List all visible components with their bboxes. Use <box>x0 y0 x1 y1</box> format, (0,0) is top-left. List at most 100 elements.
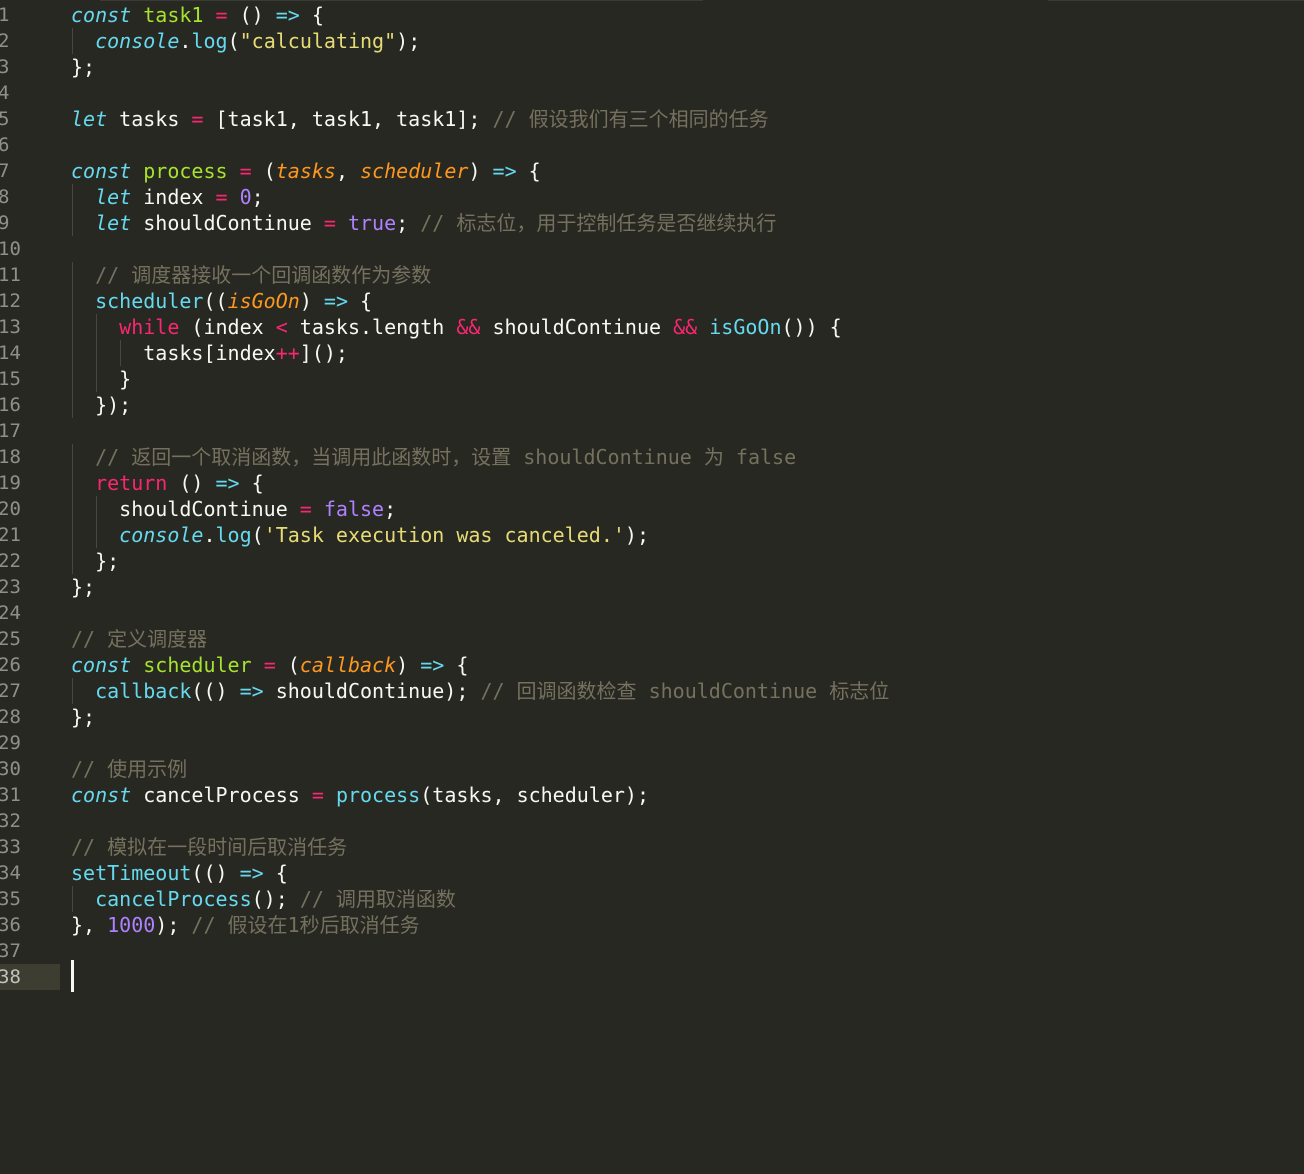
code-line[interactable]: }; <box>71 574 1304 600</box>
code-line[interactable]: }; <box>71 54 1304 80</box>
line-number[interactable]: 31 <box>0 782 60 808</box>
code-line[interactable] <box>71 132 1304 158</box>
line-number[interactable]: 11 <box>0 262 60 288</box>
line-number[interactable]: 29 <box>0 730 60 756</box>
code-token: (() <box>191 861 240 885</box>
code-token: () <box>227 3 276 27</box>
code-line[interactable] <box>71 960 1304 992</box>
code-line[interactable]: // 定义调度器 <box>71 626 1304 652</box>
line-number[interactable]: 20 <box>0 496 60 522</box>
line-number[interactable]: 30 <box>0 756 60 782</box>
code-token: let <box>95 185 132 209</box>
line-number[interactable]: 38 <box>0 964 60 990</box>
code-line[interactable] <box>71 236 1304 262</box>
code-line[interactable]: const scheduler = (callback) => { <box>71 652 1304 678</box>
line-number[interactable]: 9 <box>0 210 60 236</box>
code-token: process <box>335 783 421 807</box>
line-number[interactable]: 22 <box>0 548 60 574</box>
line-number[interactable]: 21 <box>0 522 60 548</box>
line-number[interactable]: 24 <box>0 600 60 626</box>
line-number[interactable]: 18 <box>0 444 60 470</box>
code-line[interactable]: } <box>71 366 1304 392</box>
code-line[interactable]: scheduler((isGoOn) => { <box>71 288 1304 314</box>
line-number[interactable]: 23 <box>0 574 60 600</box>
code-line[interactable]: console.log('Task execution was canceled… <box>71 522 1304 548</box>
line-number[interactable]: 14 <box>0 340 60 366</box>
code-line[interactable]: shouldContinue = false; <box>71 496 1304 522</box>
line-number[interactable]: 16 <box>0 392 60 418</box>
code-line[interactable] <box>71 938 1304 964</box>
code-line[interactable] <box>71 730 1304 756</box>
code-line[interactable]: return () => { <box>71 470 1304 496</box>
line-number[interactable]: 10 <box>0 236 60 262</box>
code-token: false <box>323 497 385 521</box>
line-number[interactable]: 6 <box>0 132 60 158</box>
line-number[interactable]: 17 <box>0 418 60 444</box>
line-number[interactable]: 32 <box>0 808 60 834</box>
code-token: callback <box>299 653 397 677</box>
code-line[interactable]: setTimeout(() => { <box>71 860 1304 886</box>
code-line[interactable] <box>71 80 1304 106</box>
line-number[interactable]: 28 <box>0 704 60 730</box>
line-number[interactable]: 5 <box>0 106 60 132</box>
line-number[interactable]: 36 <box>0 912 60 938</box>
line-number[interactable]: 7 <box>0 158 60 184</box>
code-line[interactable]: }); <box>71 392 1304 418</box>
code-line[interactable]: // 返回一个取消函数，当调用此函数时，设置 shouldContinue 为 … <box>71 444 1304 470</box>
code-line[interactable]: let tasks = [task1, task1, task1]; // 假设… <box>71 106 1304 132</box>
code-token: (); <box>251 887 300 911</box>
line-number[interactable]: 4 <box>0 80 60 106</box>
code-editor[interactable]: 1 2 3 4 5 6 7 8 9 10 11 12 13 14 15 16 17 18 19 20 21 22 23 24 2… <box>0 0 1304 1174</box>
code-line[interactable]: while (index < tasks.length && shouldCon… <box>71 314 1304 340</box>
indent-guide <box>72 366 73 392</box>
line-number[interactable]: 3 <box>0 54 60 80</box>
code-line[interactable]: }; <box>71 704 1304 730</box>
code-token: }, <box>71 913 108 937</box>
line-number[interactable]: 34 <box>0 860 60 886</box>
code-token: log <box>191 29 228 53</box>
line-number[interactable]: 8 <box>0 184 60 210</box>
code-line[interactable]: const cancelProcess = process(tasks, sch… <box>71 782 1304 808</box>
line-number[interactable]: 33 <box>0 834 60 860</box>
line-number[interactable]: 13 <box>0 314 60 340</box>
indent-guide <box>72 470 73 496</box>
code-token: task1 <box>143 3 204 27</box>
line-number[interactable]: 27 <box>0 678 60 704</box>
line-number[interactable]: 26 <box>0 652 60 678</box>
line-number[interactable]: 35 <box>0 886 60 912</box>
code-line[interactable]: callback(() => shouldContinue); // 回调函数检… <box>71 678 1304 704</box>
code-area[interactable]: const task1 = () => { console.log("calcu… <box>71 2 1304 992</box>
line-number[interactable]: 19 <box>0 470 60 496</box>
code-token: return <box>95 471 168 495</box>
code-line[interactable]: let index = 0; <box>71 184 1304 210</box>
code-line[interactable]: // 模拟在一段时间后取消任务 <box>71 834 1304 860</box>
code-token: { <box>348 289 373 313</box>
code-line[interactable]: }, 1000); // 假设在1秒后取消任务 <box>71 912 1304 938</box>
code-line[interactable]: }; <box>71 548 1304 574</box>
code-line[interactable] <box>71 418 1304 444</box>
code-token: (index <box>179 315 276 339</box>
line-number[interactable]: 25 <box>0 626 60 652</box>
code-line[interactable]: const task1 = () => { <box>71 2 1304 28</box>
line-number[interactable]: 15 <box>0 366 60 392</box>
line-number[interactable]: 37 <box>0 938 60 964</box>
code-token: // 假设在1秒后取消任务 <box>191 913 420 937</box>
code-line[interactable]: console.log("calculating"); <box>71 28 1304 54</box>
code-line[interactable]: cancelProcess(); // 调用取消函数 <box>71 886 1304 912</box>
line-number[interactable]: 1 <box>0 2 60 28</box>
line-number[interactable]: 12 <box>0 288 60 314</box>
code-line[interactable]: let shouldContinue = true; // 标志位，用于控制任务… <box>71 210 1304 236</box>
code-line[interactable]: const process = (tasks, scheduler) => { <box>71 158 1304 184</box>
line-number-gutter[interactable]: 1 2 3 4 5 6 7 8 9 10 11 12 13 14 15 16 17 18 19 20 21 22 23 24 2… <box>0 2 60 990</box>
code-line[interactable]: // 调度器接收一个回调函数作为参数 <box>71 262 1304 288</box>
indent-guide <box>120 340 122 366</box>
code-line[interactable] <box>71 600 1304 626</box>
code-line[interactable] <box>71 808 1304 834</box>
line-number[interactable]: 2 <box>0 28 60 54</box>
code-line[interactable]: // 使用示例 <box>71 756 1304 782</box>
indent-guide <box>72 314 73 340</box>
code-line[interactable]: tasks[index++](); <box>71 340 1304 366</box>
